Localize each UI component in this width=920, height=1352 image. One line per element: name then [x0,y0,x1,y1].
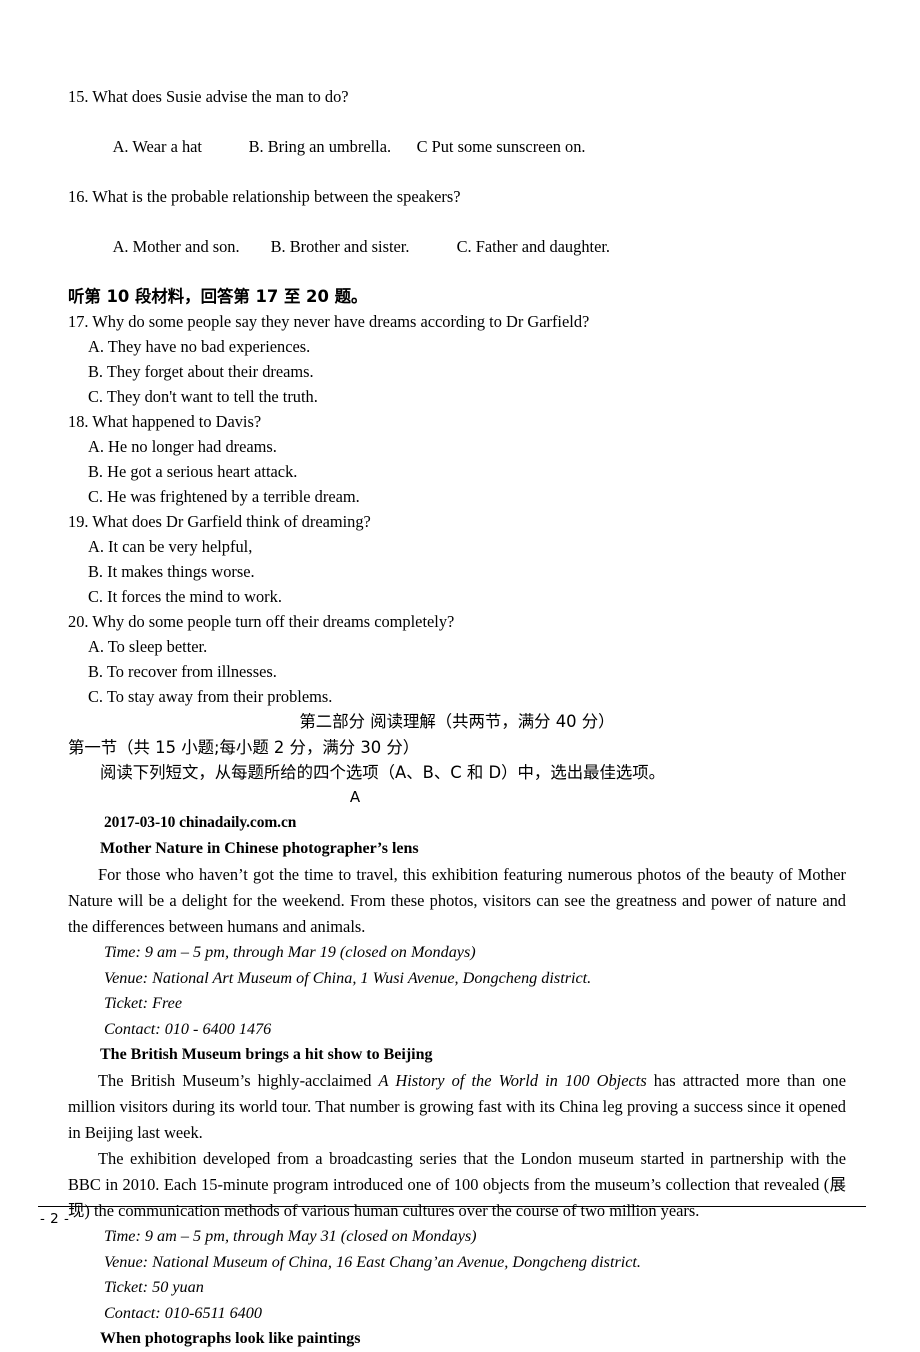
option-20-a[interactable]: A. To sleep better. [68,634,846,659]
option-17-b[interactable]: B. They forget about their dreams. [68,359,846,384]
question-18-stem: 18. What happened to Davis? [68,412,262,431]
exam-page: 15. What does Susie advise the man to do… [0,0,920,1347]
section-one-heading: 第一节（共 15 小题;每小题 2 分，满分 30 分） [68,738,420,757]
passage-heading-mother-nature: Mother Nature in Chinese photographer’s … [100,840,419,857]
passage-heading-british-museum: The British Museum brings a hit show to … [100,1046,433,1063]
event1-ticket: Ticket: Free [104,994,183,1012]
part-two-heading: 第二部分 阅读理解（共两节，满分 40 分） [299,712,615,731]
question-15-options: A. Wear a hat B. Bring an umbrella. C Put … [68,109,846,184]
question-15-stem: 15. What does Susie advise the man to do… [68,87,349,106]
option-17-c[interactable]: C. They don't want to tell the truth. [68,384,846,409]
event2-ticket: Ticket: 50 yuan [104,1278,204,1296]
passage-paragraph-1: For those who haven’t got the time to tr… [68,865,846,936]
passage-letter-a: A [349,788,361,806]
option-18-b[interactable]: B. He got a serious heart attack. [68,459,846,484]
option-16-a[interactable]: A. Mother and son. [113,234,271,259]
event1-time: Time: 9 am – 5 pm, through Mar 19 (close… [104,943,476,961]
option-15-b[interactable]: B. Bring an umbrella. [249,134,417,159]
passage-source-line: 2017-03-10 chinadaily.com.cn [104,814,297,831]
book-title-italic: A History of the World in 100 Objects [378,1071,647,1090]
question-16-options: A. Mother and son. B. Brother and sister.… [68,209,846,284]
paragraph-2-text-before: The British Museum’s highly-acclaimed [98,1071,379,1090]
listening-instruction-10: 听第 10 段材料，回答第 17 至 20 题。 [68,287,368,306]
option-19-a[interactable]: A. It can be very helpful, [68,534,846,559]
event1-venue: Venue: National Art Museum of China, 1 W… [104,968,592,987]
passage-paragraph-3: The exhibition developed from a broadcas… [68,1149,846,1220]
option-15-c[interactable]: C Put some sunscreen on. [417,137,586,156]
question-20-stem: 20. Why do some people turn off their dr… [68,612,455,631]
option-20-c[interactable]: C. To stay away from their problems. [68,684,846,709]
option-18-c[interactable]: C. He was frightened by a terrible dream… [68,484,846,509]
option-16-c[interactable]: C. Father and daughter. [457,237,610,256]
option-16-b[interactable]: B. Brother and sister. [271,234,457,259]
option-20-b[interactable]: B. To recover from illnesses. [68,659,846,684]
section-one-instruction: 阅读下列短文，从每题所给的四个选项（A、B、C 和 D）中，选出最佳选项。 [100,763,666,782]
event2-time: Time: 9 am – 5 pm, through May 31 (close… [104,1227,477,1245]
option-15-a[interactable]: A. Wear a hat [113,134,249,159]
passage-paragraph-2: The British Museum’s highly-acclaimed A … [68,1068,846,1146]
option-19-b[interactable]: B. It makes things worse. [68,559,846,584]
footer-divider [38,1206,866,1207]
page-number: - 2 - [40,1211,70,1227]
option-17-a[interactable]: A. They have no bad experiences. [68,334,846,359]
option-18-a[interactable]: A. He no longer had dreams. [68,434,846,459]
event2-venue: Venue: National Museum of China, 16 East… [104,1252,641,1271]
question-17-stem: 17. Why do some people say they never ha… [68,312,590,331]
question-19-stem: 19. What does Dr Garfield think of dream… [68,512,371,531]
option-19-c[interactable]: C. It forces the mind to work. [68,584,846,609]
page-content: 15. What does Susie advise the man to do… [68,84,846,1352]
passage-heading-photographs-paintings: When photographs look like paintings [100,1330,361,1347]
event2-contact: Contact: 010-6511 6400 [104,1303,262,1322]
event1-contact: Contact: 010 - 6400 1476 [104,1019,272,1038]
question-16-stem: 16. What is the probable relationship be… [68,187,461,206]
